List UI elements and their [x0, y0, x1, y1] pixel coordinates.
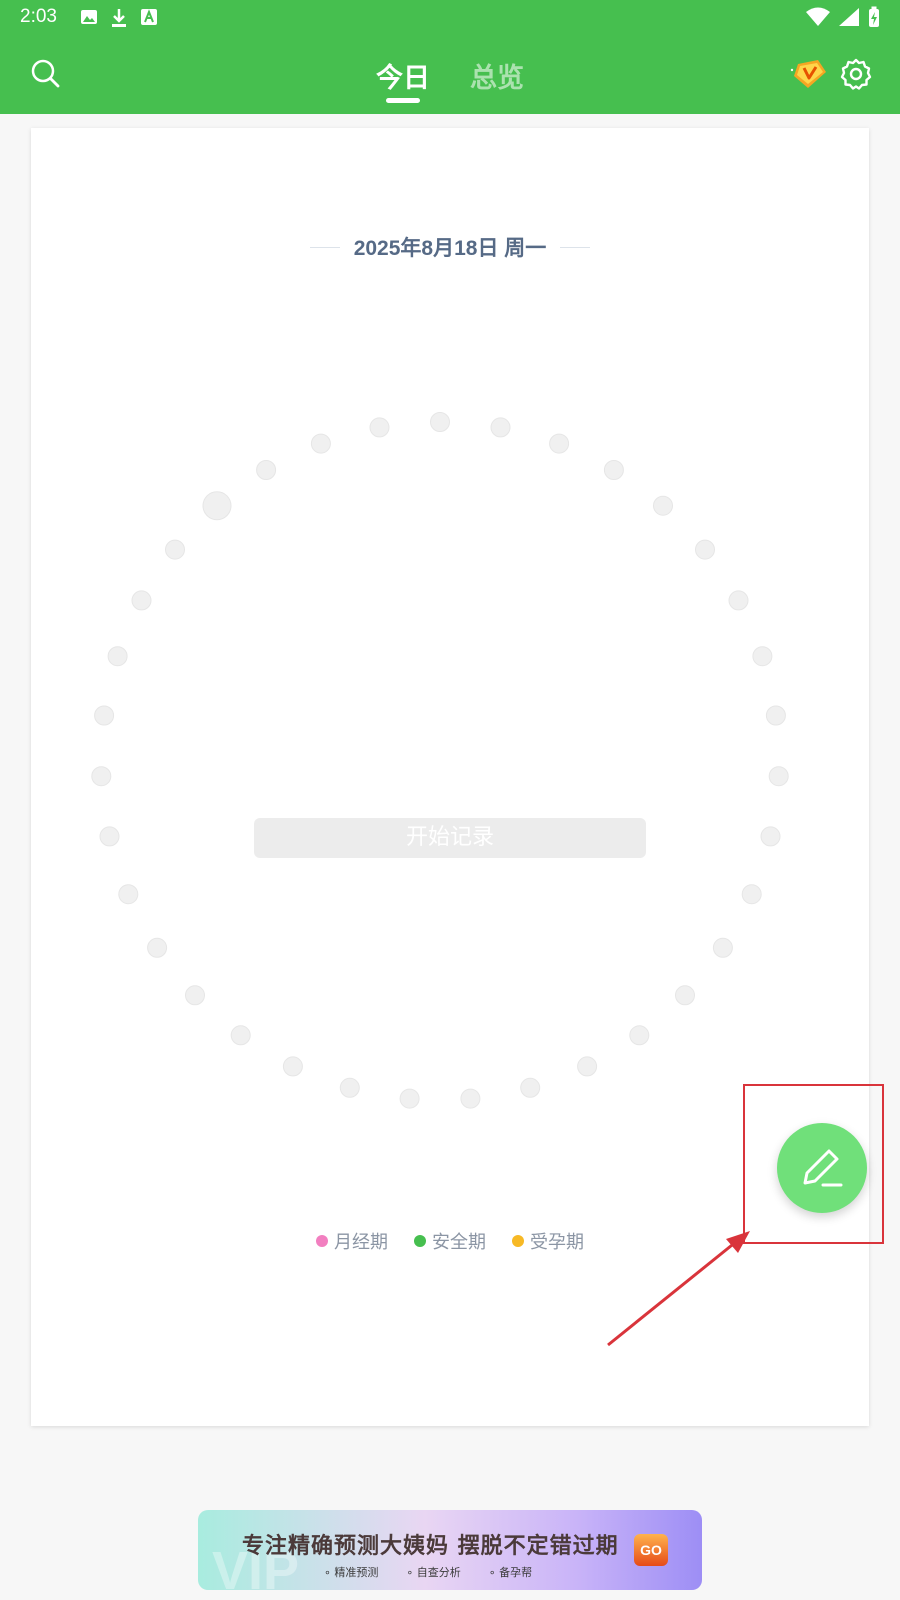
legend-item-safe: 安全期 — [414, 1228, 486, 1254]
cycle-day-dot[interactable] — [629, 1025, 650, 1046]
ad-feature-2: ∘ 自查分析 — [406, 1566, 461, 1579]
legend-label-menstrual: 月经期 — [334, 1232, 388, 1253]
cycle-day-dot[interactable] — [369, 417, 390, 438]
status-icons-right — [806, 6, 880, 28]
status-time: 2:03 — [20, 6, 57, 27]
cycle-day-dot[interactable] — [712, 937, 733, 958]
status-bar: 2:03 — [0, 0, 900, 36]
cycle-day-dot[interactable] — [107, 646, 128, 667]
ad-title: 专注精确预测大姨妈 摆脱不定错过期 — [242, 1534, 619, 1559]
vip-button[interactable] — [790, 54, 830, 94]
font-icon — [141, 9, 157, 25]
tab-active-indicator — [386, 98, 420, 103]
cycle-day-dot[interactable] — [549, 433, 570, 454]
battery-charging-icon — [869, 6, 879, 27]
download-icon — [112, 9, 126, 27]
cycle-day-dot[interactable] — [399, 1088, 420, 1109]
legend-label-fertile: 受孕期 — [530, 1232, 584, 1253]
search-icon — [31, 59, 60, 88]
cycle-day-dot[interactable] — [490, 417, 511, 438]
cycle-day-dot-current[interactable] — [202, 491, 232, 521]
cycle-day-dot[interactable] — [165, 539, 185, 560]
cycle-day-dot[interactable] — [653, 495, 673, 516]
cycle-day-dot[interactable] — [94, 705, 115, 726]
legend-item-fertile: 受孕期 — [512, 1228, 584, 1254]
settings-button[interactable] — [838, 56, 874, 92]
cycle-day-dot[interactable] — [339, 1077, 360, 1098]
app-bar: 今日 总览 — [0, 36, 900, 114]
pencil-icon — [803, 1149, 843, 1187]
cycle-day-dot[interactable] — [741, 884, 762, 905]
legend-dot-fertile — [512, 1235, 524, 1247]
cycle-legend: 月经期 安全期 受孕期 — [31, 1228, 869, 1254]
cycle-day-dot[interactable] — [91, 766, 112, 787]
cycle-day-dot[interactable] — [752, 646, 773, 667]
status-icons-left — [80, 8, 158, 28]
edit-record-fab[interactable] — [777, 1123, 867, 1213]
cycle-day-dot[interactable] — [760, 826, 781, 847]
start-record-button[interactable]: 开始记录 — [254, 818, 646, 858]
cycle-day-dot[interactable] — [577, 1056, 598, 1077]
image-icon — [81, 10, 97, 24]
cycle-day-dot[interactable] — [282, 1056, 303, 1077]
legend-dot-safe — [414, 1235, 426, 1247]
tab-today[interactable]: 今日 — [376, 56, 430, 95]
gear-icon — [840, 58, 872, 90]
today-card: 2025年8月18日 周一 开始记录 月经期 安全期 受孕期 — [31, 128, 869, 1426]
cycle-day-dot[interactable] — [768, 766, 789, 787]
cycle-day-dot[interactable] — [603, 460, 624, 480]
cycle-day-dot[interactable] — [99, 826, 120, 847]
ad-go-button[interactable]: GO — [634, 1534, 668, 1566]
cycle-day-dot[interactable] — [430, 412, 450, 432]
cycle-day-dot[interactable] — [520, 1077, 541, 1098]
wifi-icon — [806, 7, 830, 26]
legend-dot-menstrual — [316, 1235, 328, 1247]
cycle-day-dot[interactable] — [728, 590, 749, 611]
ad-feature-3: ∘ 备孕帮 — [488, 1566, 533, 1579]
cycle-day-dot[interactable] — [256, 460, 277, 480]
tab-overview[interactable]: 总览 — [470, 56, 524, 95]
legend-item-menstrual: 月经期 — [316, 1228, 388, 1254]
cycle-day-dot[interactable] — [695, 539, 715, 560]
legend-label-safe: 安全期 — [432, 1232, 486, 1253]
signal-icon — [839, 8, 859, 26]
search-button[interactable] — [28, 56, 64, 92]
cycle-day-dot[interactable] — [147, 937, 168, 958]
vip-badge-icon — [790, 60, 826, 88]
ad-features: ∘ 精准预测 ∘ 自查分析 ∘ 备孕帮 — [324, 1564, 532, 1580]
cycle-day-dot[interactable] — [675, 985, 695, 1006]
cycle-day-dot[interactable] — [310, 433, 331, 454]
ad-banner[interactable]: VIP 专注精确预测大姨妈 摆脱不定错过期 ∘ 精准预测 ∘ 自查分析 ∘ 备孕… — [198, 1510, 702, 1590]
cycle-day-dot[interactable] — [131, 590, 152, 611]
cycle-day-dot[interactable] — [118, 884, 139, 905]
cycle-day-dot[interactable] — [460, 1088, 481, 1109]
cycle-day-dot[interactable] — [230, 1025, 251, 1046]
ad-feature-1: ∘ 精准预测 — [324, 1566, 379, 1579]
cycle-day-dot[interactable] — [185, 985, 205, 1006]
cycle-day-dot[interactable] — [765, 705, 786, 726]
